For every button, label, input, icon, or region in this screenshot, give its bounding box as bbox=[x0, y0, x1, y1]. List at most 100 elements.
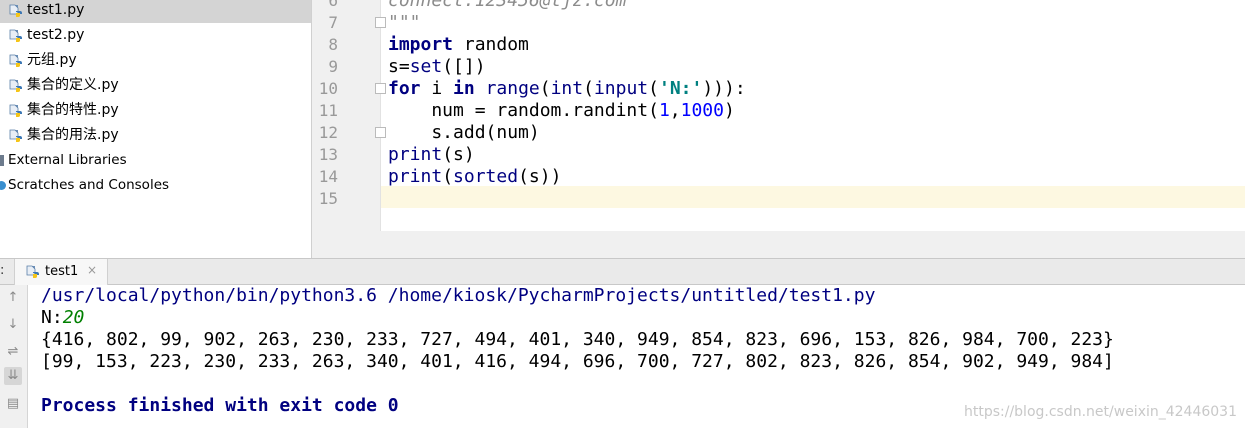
run-console[interactable]: /usr/local/python/bin/python3.6 /home/ki… bbox=[28, 285, 1245, 428]
code-text: s= bbox=[388, 56, 410, 77]
builtin: input bbox=[593, 78, 649, 99]
up-arrow-icon[interactable]: ↑ bbox=[4, 289, 22, 307]
console-sorted-output: [99, 153, 223, 230, 233, 263, 340, 401, … bbox=[41, 351, 1114, 372]
tree-file-set-usage[interactable]: 集合的用法.py bbox=[0, 123, 311, 148]
code-text: ) bbox=[723, 100, 735, 121]
builtin: int bbox=[550, 78, 584, 99]
scroll-to-end-icon[interactable]: ⇊ bbox=[4, 367, 22, 385]
line-number: 11 bbox=[318, 101, 338, 120]
line-number: 13 bbox=[318, 145, 338, 164]
fold-marker-icon[interactable] bbox=[375, 83, 386, 94]
number-literal: 1 bbox=[658, 100, 670, 121]
python-file-icon bbox=[9, 79, 23, 93]
python-file-icon bbox=[9, 29, 23, 43]
fold-marker-icon[interactable] bbox=[375, 17, 386, 28]
close-icon[interactable]: × bbox=[87, 263, 97, 277]
code-text: i bbox=[420, 78, 454, 99]
tree-scratches[interactable]: Scratches and Consoles bbox=[0, 173, 311, 198]
tree-item-label: Scratches and Consoles bbox=[8, 177, 170, 193]
builtin: range bbox=[485, 78, 540, 99]
string-literal: 'N:' bbox=[658, 78, 703, 99]
input-prompt: N: bbox=[41, 307, 63, 328]
run-tool-window-header: : test1 × bbox=[0, 258, 1245, 285]
line-number: 15 bbox=[318, 189, 338, 208]
code-line-7: """ bbox=[388, 12, 421, 34]
python-file-icon bbox=[9, 129, 23, 143]
code-editor[interactable]: 6 7 8 9 10 11 12 13 14 15 connect:123456… bbox=[312, 0, 1245, 231]
library-icon bbox=[0, 155, 4, 166]
line-number: 10 bbox=[318, 79, 338, 98]
line-number: 6 bbox=[328, 0, 338, 10]
run-label-prefix: : bbox=[0, 263, 5, 278]
code-text: ( bbox=[648, 78, 659, 99]
builtin: sorted bbox=[453, 166, 519, 187]
line-number: 12 bbox=[318, 123, 338, 142]
keyword: import bbox=[388, 34, 454, 55]
code-text: , bbox=[669, 100, 681, 121]
fold-marker-icon[interactable] bbox=[375, 127, 386, 138]
code-text: ))): bbox=[702, 78, 746, 99]
keyword: for bbox=[388, 78, 421, 99]
code-text: random bbox=[453, 34, 529, 55]
builtin: set bbox=[409, 56, 443, 77]
tree-file-tuple[interactable]: 元组.py bbox=[0, 48, 311, 73]
down-arrow-icon[interactable]: ↓ bbox=[4, 316, 22, 334]
current-line-highlight bbox=[381, 186, 1245, 208]
print-icon[interactable]: ▤ bbox=[4, 395, 22, 413]
scratches-icon bbox=[0, 181, 6, 190]
console-toolbar: ↑ ↓ ⇌ ⇊ ▤ bbox=[0, 285, 28, 428]
tree-external-libraries[interactable]: External Libraries bbox=[0, 148, 311, 173]
project-tree: test1.py test2.py 元组.py 集合的定义.py 集合的特性.p… bbox=[0, 0, 312, 258]
tree-file-label: test1.py bbox=[27, 2, 85, 18]
code-line-13: print(s) bbox=[388, 144, 475, 166]
number-literal: 1000 bbox=[680, 100, 724, 121]
code-text: num = random.randint( bbox=[388, 100, 659, 121]
code-text: ([]) bbox=[442, 56, 486, 77]
editor-footer bbox=[312, 231, 1245, 258]
soft-wrap-icon[interactable]: ⇌ bbox=[4, 343, 22, 361]
builtin: print bbox=[388, 144, 443, 165]
docstring-text: """ bbox=[388, 12, 421, 33]
tree-file-test1[interactable]: test1.py bbox=[0, 0, 311, 23]
tree-file-label: 元组.py bbox=[27, 52, 77, 68]
line-number: 7 bbox=[328, 13, 338, 32]
line-number: 9 bbox=[328, 57, 338, 76]
code-line-11: num = random.randint(1,1000) bbox=[388, 100, 735, 122]
keyword: in bbox=[453, 78, 475, 99]
console-command-line: /usr/local/python/bin/python3.6 /home/ki… bbox=[41, 285, 876, 306]
run-tab-test1[interactable]: test1 × bbox=[14, 259, 108, 285]
builtin: print bbox=[388, 166, 443, 187]
python-file-icon bbox=[9, 4, 23, 18]
tree-file-set-definition[interactable]: 集合的定义.py bbox=[0, 73, 311, 98]
console-exit-message: Process finished with exit code 0 bbox=[41, 395, 399, 416]
tree-file-set-features[interactable]: 集合的特性.py bbox=[0, 98, 311, 123]
code-text: ( bbox=[583, 78, 594, 99]
code-line-12: s.add(num) bbox=[388, 122, 540, 144]
console-set-output: {416, 802, 99, 902, 263, 230, 233, 727, … bbox=[41, 329, 1114, 350]
tree-item-label: External Libraries bbox=[8, 152, 127, 168]
console-input-line: N:20 bbox=[41, 307, 84, 329]
tree-file-label: test2.py bbox=[27, 27, 85, 43]
code-line-10: for i in range(int(input('N:'))): bbox=[388, 78, 746, 100]
tree-file-test2[interactable]: test2.py bbox=[0, 23, 311, 48]
watermark-text: https://blog.csdn.net/weixin_42446031 bbox=[963, 404, 1237, 420]
line-number: 8 bbox=[328, 35, 338, 54]
python-file-icon bbox=[26, 265, 40, 279]
code-line-6: connect:123456@tjz.com bbox=[388, 0, 626, 12]
code-line-8: import random bbox=[388, 34, 529, 56]
user-input-value: 20 bbox=[62, 307, 85, 328]
tree-file-label: 集合的定义.py bbox=[27, 77, 119, 93]
code-text: s.add(num) bbox=[388, 122, 540, 143]
code-text: ( bbox=[539, 78, 551, 99]
code-text: (s)) bbox=[518, 166, 562, 187]
code-line-14: print(sorted(s)) bbox=[388, 166, 561, 188]
python-file-icon bbox=[9, 104, 23, 118]
run-tab-label: test1 bbox=[45, 264, 79, 279]
line-number: 14 bbox=[318, 167, 338, 186]
tree-file-label: 集合的特性.py bbox=[27, 102, 119, 118]
docstring-text: connect:123456@tjz.com bbox=[388, 0, 627, 11]
python-file-icon bbox=[9, 54, 23, 68]
tree-file-label: 集合的用法.py bbox=[27, 127, 119, 143]
code-text: (s) bbox=[442, 144, 475, 165]
